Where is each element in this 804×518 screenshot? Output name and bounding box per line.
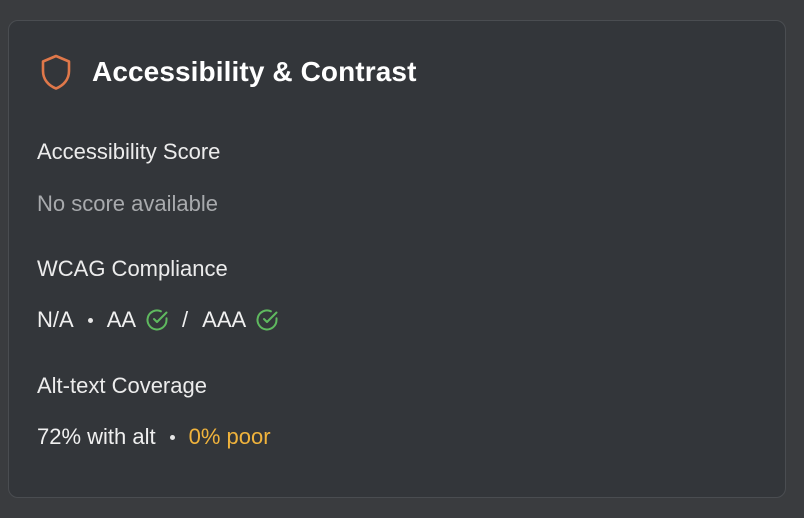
wcag-aa-label: AA [106, 307, 137, 332]
separator-dot [169, 434, 175, 440]
wcag-aaa-label: AAA [202, 307, 247, 332]
alt-text-poor-value: 0% poor [188, 424, 271, 449]
alt-text-coverage-value: 72% with alt [37, 424, 156, 449]
contrast-ratio-value: N/A [37, 307, 74, 332]
card-header: Accessibility & Contrast [39, 53, 417, 91]
check-circle-icon [146, 309, 168, 331]
accessibility-score-label: Accessibility Score [37, 139, 221, 164]
alt-text-coverage-label: Alt-text Coverage [37, 373, 207, 398]
accessibility-score-value: No score available [37, 191, 218, 216]
shield-icon [41, 54, 71, 90]
check-circle-icon [256, 309, 278, 331]
card-title: Accessibility & Contrast [92, 56, 417, 87]
alt-text-coverage-row: 72% with alt 0% poor [37, 424, 271, 450]
wcag-compliance-label: WCAG Compliance [37, 256, 228, 281]
accessibility-card: Accessibility & Contrast Accessibility S… [8, 20, 786, 498]
wcag-compliance-row: N/A AA / AAA [37, 307, 280, 333]
wcag-separator: / [182, 307, 189, 332]
separator-dot [87, 317, 93, 323]
